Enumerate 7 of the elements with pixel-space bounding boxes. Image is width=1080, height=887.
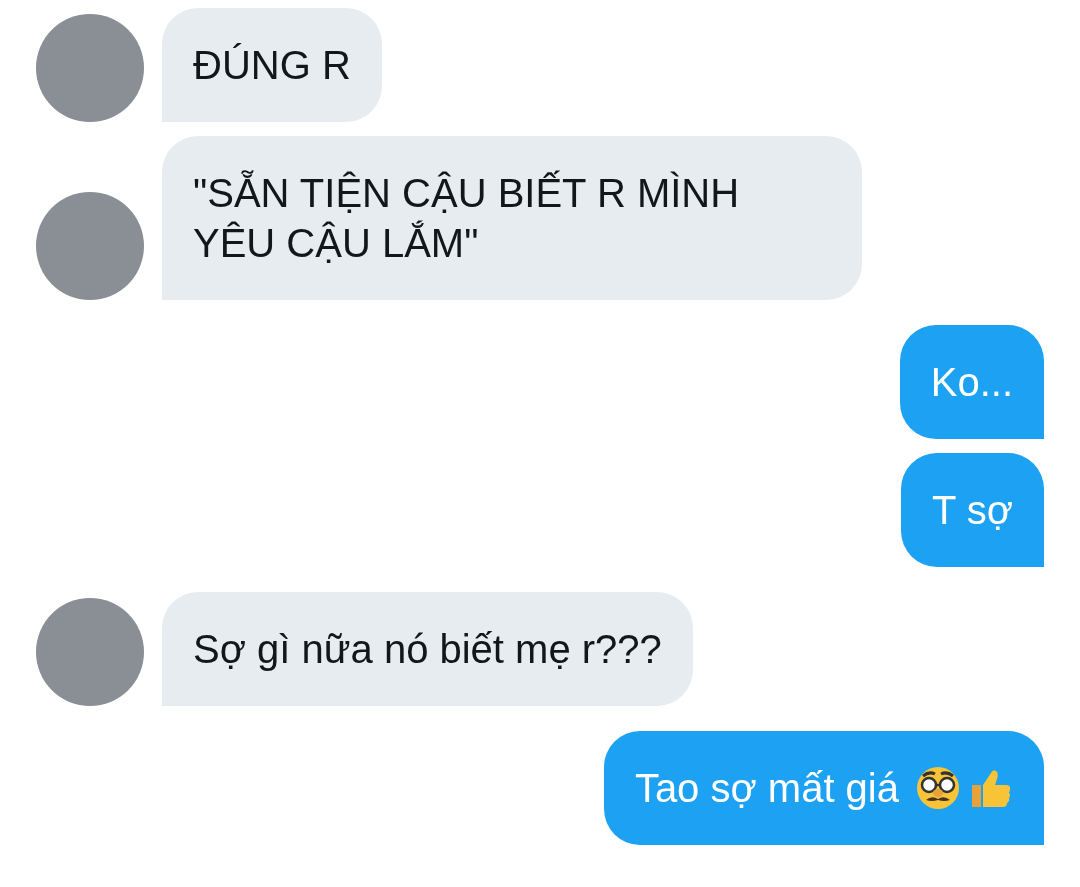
incoming-message: Sợ gì nữa nó biết mẹ r??? [162, 592, 693, 706]
outgoing-message: Ko... [899, 325, 1044, 439]
outgoing-message: T sợ [900, 453, 1044, 567]
message-text: Tao sợ mất giá [634, 765, 899, 812]
incoming-message: ĐÚNG R [162, 8, 382, 122]
disguised-face-icon [915, 765, 961, 811]
incoming-message: "SẴN TIỆN CẬU BIẾT R MÌNH YÊU CẬU LẮM" [162, 136, 862, 300]
